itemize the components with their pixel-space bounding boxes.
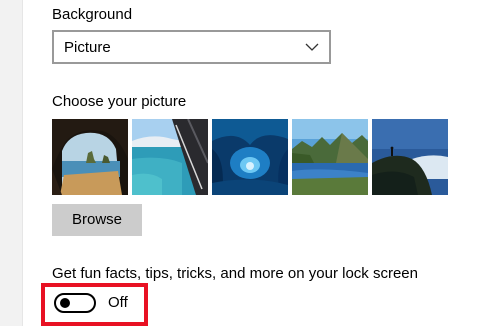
- fun-facts-toggle[interactable]: [54, 293, 96, 313]
- left-panel-edge: [0, 0, 23, 326]
- browse-button[interactable]: Browse: [52, 204, 142, 236]
- picture-thumbnail-mountain-lake[interactable]: [292, 119, 368, 195]
- background-label: Background: [52, 6, 133, 23]
- background-dropdown[interactable]: Picture: [52, 30, 331, 64]
- choose-picture-label: Choose your picture: [52, 93, 187, 110]
- fun-facts-label: Get fun facts, tips, tricks, and more on…: [52, 265, 418, 282]
- picture-thumbnail-hillside[interactable]: [372, 119, 448, 195]
- picture-thumbnail-ice-cave[interactable]: [212, 119, 288, 195]
- picture-thumbnail-coast[interactable]: [132, 119, 208, 195]
- chevron-down-icon: [305, 43, 319, 51]
- toggle-state-label: Off: [108, 294, 128, 311]
- background-dropdown-value: Picture: [64, 39, 111, 56]
- toggle-knob: [60, 298, 70, 308]
- picture-thumbnail-cave[interactable]: [52, 119, 128, 195]
